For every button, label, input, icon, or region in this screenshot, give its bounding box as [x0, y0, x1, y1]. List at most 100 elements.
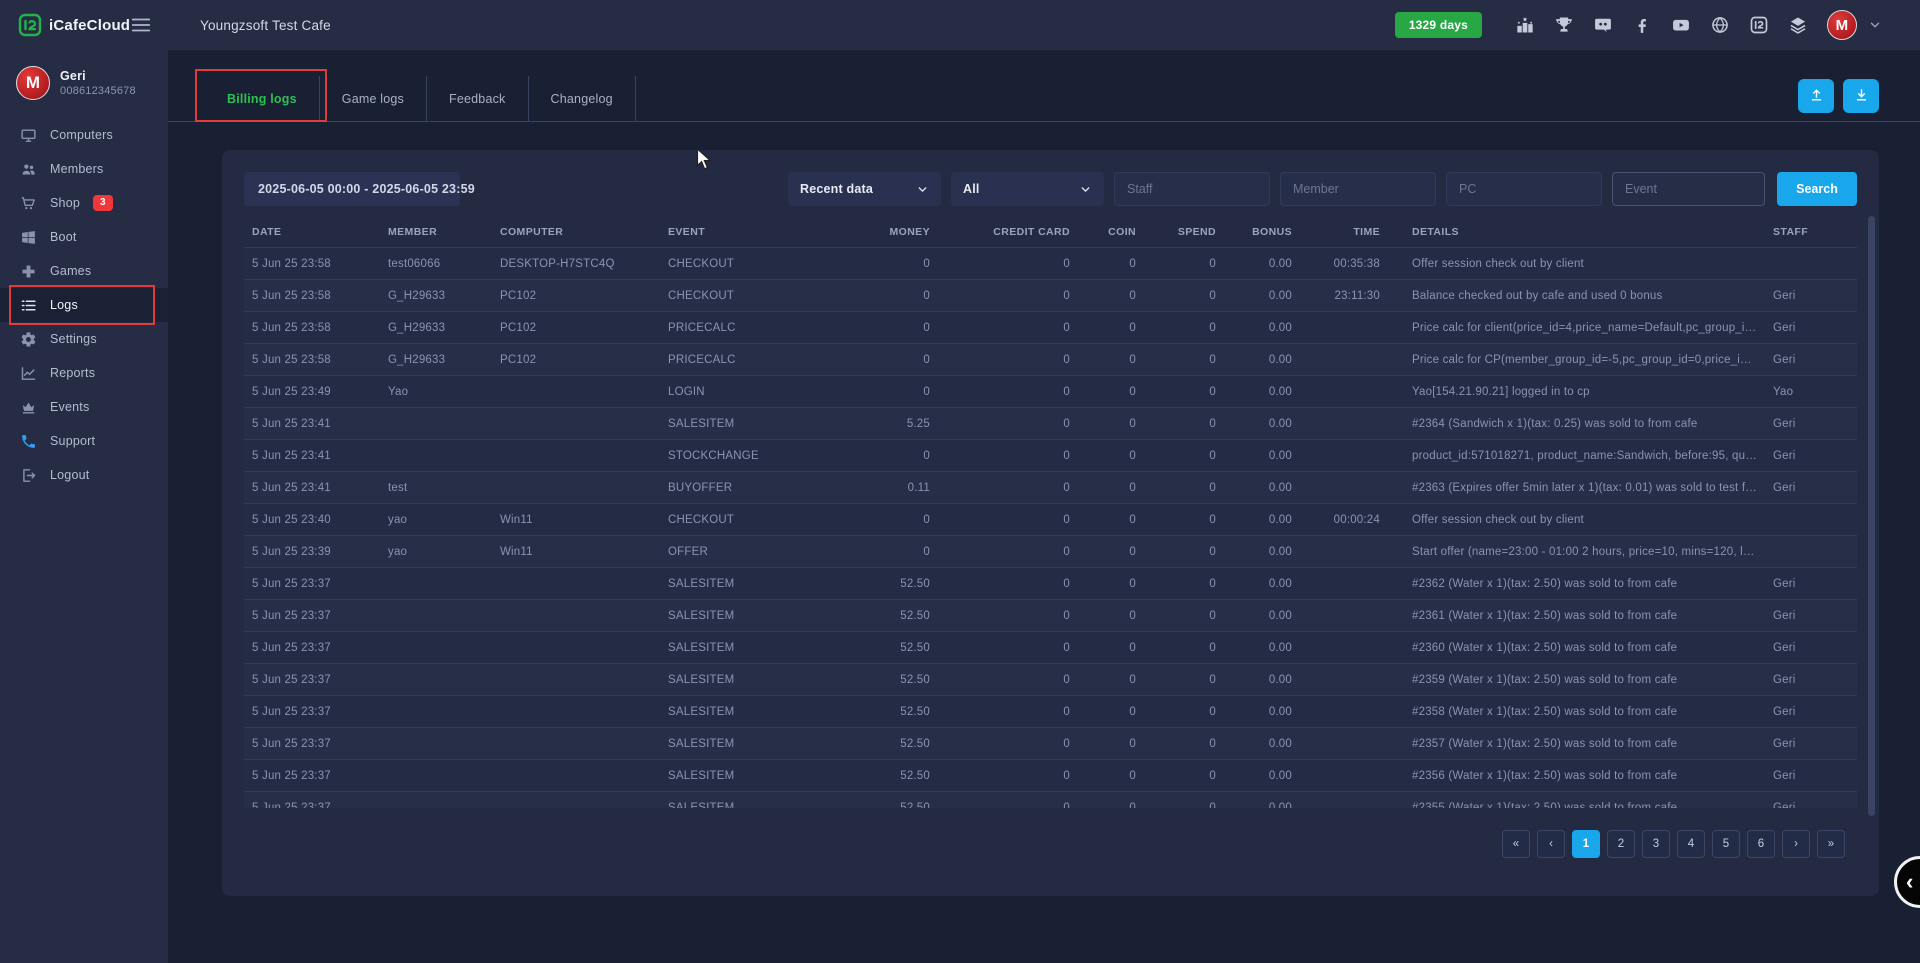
event-input[interactable]	[1612, 172, 1765, 206]
page-button[interactable]: 6	[1747, 830, 1775, 858]
cell-computer	[492, 472, 660, 504]
page-button[interactable]: 5	[1712, 830, 1740, 858]
table-row: 5 Jun 25 23:41 SALESITEM 5.25 0 0 0 0.00	[244, 408, 1857, 440]
cell-staff: Geri	[1765, 408, 1857, 440]
download-button[interactable]	[1843, 79, 1879, 113]
page-button[interactable]: 4	[1677, 830, 1705, 858]
cell-details: Balance checked out by cafe and used 0 b…	[1388, 280, 1765, 312]
cell-time: 00:35:38	[1300, 248, 1388, 280]
sidebar-item-icon	[20, 263, 37, 280]
sidebar-item-reports[interactable]: Reports	[0, 356, 168, 390]
sidebar-item-label: Computers	[50, 128, 113, 142]
sidebar-item-settings[interactable]: Settings	[0, 322, 168, 356]
sidebar-item-logout[interactable]: Logout	[0, 458, 168, 492]
cell-coin: 0	[1078, 728, 1144, 760]
page-button[interactable]: ‹	[1537, 830, 1565, 858]
event-type-select[interactable]: All	[951, 172, 1104, 206]
cell-money: 0	[832, 248, 938, 280]
col-money: MONEY	[832, 216, 938, 248]
sidebar-item-computers[interactable]: Computers	[0, 118, 168, 152]
tab[interactable]: Billing logs	[205, 76, 320, 121]
cell-staff: Geri	[1765, 568, 1857, 600]
globe-icon[interactable]	[1710, 15, 1730, 35]
icafecloud-icon[interactable]	[1749, 15, 1769, 35]
page-button[interactable]: ›	[1782, 830, 1810, 858]
subscription-days-badge[interactable]: 1329 days	[1395, 12, 1482, 38]
youtube-icon[interactable]	[1671, 15, 1691, 35]
brand[interactable]: iCafeCloud	[18, 13, 130, 37]
top-bar: iCafeCloud Youngzsoft Test Cafe 1329 day…	[0, 0, 1920, 50]
cell-date: 5 Jun 25 23:37	[244, 792, 380, 809]
cell-date: 5 Jun 25 23:58	[244, 344, 380, 376]
page-button[interactable]: »	[1817, 830, 1845, 858]
discord-icon[interactable]	[1593, 15, 1613, 35]
table-row: 5 Jun 25 23:37 SALESITEM 52.50 0 0 0 0.0…	[244, 568, 1857, 600]
filter-bar: 2025-06-05 00:00 - 2025-06-05 23:59 Rece…	[244, 172, 1857, 206]
tab[interactable]: Changelog	[529, 76, 636, 121]
layers-icon[interactable]	[1788, 15, 1808, 35]
cell-details: #2356 (Water x 1)(tax: 2.50) was sold to…	[1388, 760, 1765, 792]
sidebar-item-icon	[20, 229, 37, 246]
cell-staff: Geri	[1765, 728, 1857, 760]
avatar[interactable]: M	[1827, 10, 1857, 40]
sidebar-item-icon	[20, 399, 37, 416]
cell-time	[1300, 792, 1388, 809]
cell-event: LOGIN	[660, 376, 832, 408]
recent-data-select[interactable]: Recent data	[788, 172, 941, 206]
cell-spend: 0	[1144, 632, 1224, 664]
topbar-icons	[1515, 15, 1808, 35]
date-range-picker[interactable]: 2025-06-05 00:00 - 2025-06-05 23:59	[244, 172, 460, 206]
sidebar-item-logs[interactable]: Logs	[0, 288, 168, 322]
chevron-down-icon[interactable]	[1868, 18, 1882, 32]
table-row: 5 Jun 25 23:37 SALESITEM 52.50 0 0 0 0.0…	[244, 600, 1857, 632]
hamburger-menu-icon[interactable]	[130, 14, 152, 36]
cell-time	[1300, 728, 1388, 760]
sidebar-item-boot[interactable]: Boot	[0, 220, 168, 254]
sidebar-item-icon	[20, 161, 37, 178]
cell-credit-card: 0	[938, 504, 1078, 536]
cell-money: 52.50	[832, 664, 938, 696]
cell-computer	[492, 376, 660, 408]
cell-computer	[492, 664, 660, 696]
page-button[interactable]: «	[1502, 830, 1530, 858]
tab-bar: Billing logs Game logs Feedback Changelo…	[168, 76, 1920, 122]
pc-input[interactable]	[1446, 172, 1602, 206]
table-row: 5 Jun 25 23:41 STOCKCHANGE 0 0 0 0 0.00	[244, 440, 1857, 472]
cell-date: 5 Jun 25 23:49	[244, 376, 380, 408]
search-button[interactable]: Search	[1777, 172, 1857, 206]
page-button[interactable]: 1	[1572, 830, 1600, 858]
ranking-icon[interactable]	[1515, 15, 1535, 35]
table-scrollbar[interactable]	[1868, 216, 1875, 816]
cell-coin: 0	[1078, 600, 1144, 632]
cell-date: 5 Jun 25 23:58	[244, 280, 380, 312]
cell-coin: 0	[1078, 408, 1144, 440]
tab[interactable]: Feedback	[427, 76, 529, 121]
staff-input[interactable]	[1114, 172, 1270, 206]
sidebar-item-events[interactable]: Events	[0, 390, 168, 424]
facebook-icon[interactable]	[1632, 15, 1652, 35]
cell-computer	[492, 568, 660, 600]
cell-staff: Yao	[1765, 376, 1857, 408]
cell-credit-card: 0	[938, 312, 1078, 344]
cell-date: 5 Jun 25 23:37	[244, 632, 380, 664]
sidebar-item-icon	[20, 467, 37, 484]
chevron-down-icon	[1079, 183, 1092, 196]
tabs: Billing logs Game logs Feedback Changelo…	[205, 76, 636, 121]
sidebar-item-games[interactable]: Games	[0, 254, 168, 288]
sidebar-item-support[interactable]: Support	[0, 424, 168, 458]
page-button[interactable]: 2	[1607, 830, 1635, 858]
cell-member	[380, 792, 492, 809]
user-block[interactable]: M Geri 008612345678	[0, 62, 168, 118]
sidebar-item-members[interactable]: Members	[0, 152, 168, 186]
main-content: Billing logs Game logs Feedback Changelo…	[168, 50, 1920, 963]
upload-button[interactable]	[1798, 79, 1834, 113]
member-input[interactable]	[1280, 172, 1436, 206]
trophy-icon[interactable]	[1554, 15, 1574, 35]
tab[interactable]: Game logs	[320, 76, 427, 121]
page-button[interactable]: 3	[1642, 830, 1670, 858]
sidebar-item-shop[interactable]: Shop 3	[0, 186, 168, 220]
cell-time	[1300, 344, 1388, 376]
cell-date: 5 Jun 25 23:37	[244, 760, 380, 792]
tab-actions	[1798, 79, 1879, 121]
logs-table: DATE MEMBER COMPUTER EVENT MONEY CREDIT …	[244, 216, 1857, 808]
